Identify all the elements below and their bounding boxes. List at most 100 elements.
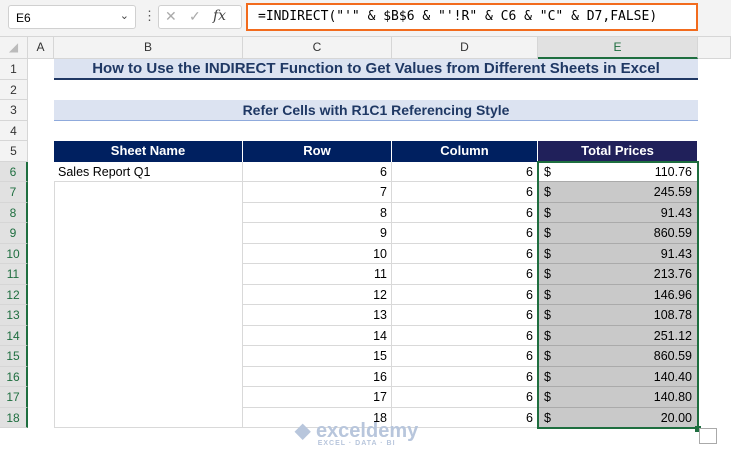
row-header-12[interactable]: 12 [0, 284, 28, 305]
cell-total-price[interactable]: $146.96 [538, 284, 698, 305]
table-header-sheet-name: Sheet Name [54, 141, 243, 162]
table-header-total-prices: Total Prices [538, 141, 698, 162]
formula-bar: E6 ⌄ ⋮ ✕ ✓ fx =INDIRECT("'" & $B$6 & "'!R… [0, 0, 731, 37]
cell-row[interactable]: 13 [243, 305, 392, 326]
quick-analysis-icon[interactable] [699, 428, 717, 444]
more-options-icon[interactable]: ⋮ [143, 8, 156, 24]
cell-total-price[interactable]: $91.43 [538, 202, 698, 223]
column-header-B[interactable]: B [54, 37, 243, 59]
formula-input[interactable]: =INDIRECT("'" & $B$6 & "'!R" & C6 & "C" … [246, 3, 698, 31]
cell-col[interactable]: 6 [392, 284, 538, 305]
row-header-6[interactable]: 6 [0, 161, 28, 182]
cell-total-price[interactable]: $140.80 [538, 387, 698, 408]
row-header-10[interactable]: 10 [0, 243, 28, 264]
row-header-5[interactable]: 5 [0, 141, 28, 162]
column-header-C[interactable]: C [243, 37, 392, 59]
price-value: 251.12 [653, 328, 692, 343]
cell-total-price[interactable]: $108.78 [538, 305, 698, 326]
name-box[interactable]: E6 ⌄ [8, 5, 136, 29]
column-header-A[interactable]: A [28, 37, 54, 59]
price-value: 213.76 [653, 267, 692, 281]
select-all-corner[interactable]: ◢ [0, 37, 28, 59]
price-value: 140.80 [653, 390, 692, 404]
cancel-icon[interactable]: ✕ [165, 8, 177, 25]
currency-symbol: $ [544, 226, 551, 240]
currency-symbol: $ [544, 390, 551, 404]
cell-row[interactable]: 9 [243, 223, 392, 244]
price-value: 146.96 [653, 287, 692, 302]
cell-col[interactable]: 6 [392, 264, 538, 285]
cell-sheet[interactable]: Sales Report Q1 [54, 161, 243, 182]
column-header-F[interactable] [698, 37, 731, 59]
column-header-E[interactable]: E [538, 37, 698, 59]
price-value: 91.43 [660, 205, 692, 220]
currency-symbol: $ [544, 185, 551, 199]
exceldemy-logo: ◆ exceldemy EXCEL · DATA · BI [295, 420, 419, 447]
cell-row[interactable]: 14 [243, 325, 392, 346]
enter-icon[interactable]: ✓ [189, 8, 201, 25]
row-header-7[interactable]: 7 [0, 182, 28, 203]
row-header-13[interactable]: 13 [0, 305, 28, 326]
section-subtitle: Refer Cells with R1C1 Referencing Style [54, 100, 698, 121]
price-value: 20.00 [660, 410, 692, 425]
chevron-down-icon[interactable]: ⌄ [120, 9, 129, 22]
cell-total-price[interactable]: $860.59 [538, 223, 698, 244]
cell-row[interactable]: 12 [243, 284, 392, 305]
table-header-column: Column [392, 141, 538, 162]
insert-function-icon[interactable]: fx [213, 8, 226, 24]
cell-total-price[interactable]: $91.43 [538, 243, 698, 264]
cell-total-price[interactable]: $245.59 [538, 182, 698, 203]
cell-total-price[interactable]: $860.59 [538, 346, 698, 367]
currency-symbol: $ [544, 287, 551, 302]
cell-row[interactable]: 7 [243, 182, 392, 203]
row-header-1[interactable]: 1 [0, 59, 28, 80]
cell-col[interactable]: 6 [392, 182, 538, 203]
row-header-15[interactable]: 15 [0, 346, 28, 367]
currency-symbol: $ [544, 328, 551, 343]
price-value: 110.76 [654, 164, 692, 179]
row-header-18[interactable]: 18 [0, 407, 28, 428]
row-header-2[interactable]: 2 [0, 79, 28, 100]
cell-total-price[interactable]: $213.76 [538, 264, 698, 285]
cell-row[interactable]: 17 [243, 387, 392, 408]
column-header-D[interactable]: D [392, 37, 538, 59]
currency-symbol: $ [544, 267, 551, 281]
cell-total-price[interactable]: $110.76 [538, 161, 698, 182]
currency-symbol: $ [544, 164, 551, 179]
row-header-16[interactable]: 16 [0, 366, 28, 387]
price-value: 140.40 [653, 369, 692, 384]
cell-col[interactable]: 6 [392, 387, 538, 408]
row-header-3[interactable]: 3 [0, 100, 28, 121]
row-header-14[interactable]: 14 [0, 325, 28, 346]
cell-total-price[interactable]: $20.00 [538, 407, 698, 428]
row-header-11[interactable]: 11 [0, 264, 28, 285]
cell-row[interactable]: 16 [243, 366, 392, 387]
sheet-name-column-border [54, 182, 243, 428]
cell-row[interactable]: 15 [243, 346, 392, 367]
row-header-4[interactable]: 4 [0, 120, 28, 141]
cell-col[interactable]: 6 [392, 161, 538, 182]
table-header-row: Row [243, 141, 392, 162]
cell-col[interactable]: 6 [392, 305, 538, 326]
cell-total-price[interactable]: $251.12 [538, 325, 698, 346]
cell-col[interactable]: 6 [392, 346, 538, 367]
currency-symbol: $ [544, 246, 551, 261]
cell-row[interactable]: 8 [243, 202, 392, 223]
formula-controls: ✕ ✓ fx [158, 5, 242, 29]
cell-row[interactable]: 6 [243, 161, 392, 182]
row-header-17[interactable]: 17 [0, 387, 28, 408]
cell-col[interactable]: 6 [392, 243, 538, 264]
cell-col[interactable]: 6 [392, 223, 538, 244]
cell-row[interactable]: 10 [243, 243, 392, 264]
currency-symbol: $ [544, 410, 551, 425]
price-value: 245.59 [653, 185, 692, 199]
cell-col[interactable]: 6 [392, 325, 538, 346]
row-header-9[interactable]: 9 [0, 223, 28, 244]
cell-row[interactable]: 11 [243, 264, 392, 285]
currency-symbol: $ [544, 308, 551, 322]
price-value: 860.59 [653, 226, 692, 240]
cell-col[interactable]: 6 [392, 202, 538, 223]
cell-col[interactable]: 6 [392, 366, 538, 387]
cell-total-price[interactable]: $140.40 [538, 366, 698, 387]
row-header-8[interactable]: 8 [0, 202, 28, 223]
